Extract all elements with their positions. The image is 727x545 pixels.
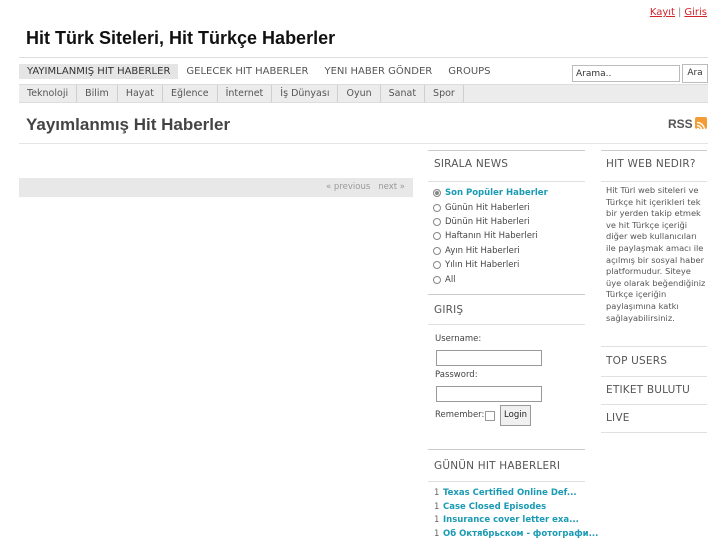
password-label: Password: [435, 370, 478, 380]
tag-cloud-link[interactable]: ETIKET BULUTU [606, 384, 690, 396]
sort-option-label: All [445, 274, 456, 285]
category-bilim[interactable]: Bilim [77, 85, 118, 102]
divider [601, 404, 707, 405]
main-nav: YAYIMLANMIŞ HIT HABERLER GELECEK HIT HAB… [19, 64, 499, 79]
sirala-heading-divider [428, 181, 585, 182]
news-link[interactable]: Insurance cover letter exa... [443, 515, 579, 529]
pager: « previous next » [19, 178, 413, 197]
login-link[interactable]: Giris [684, 7, 707, 18]
divider [601, 432, 707, 433]
username-label: Username: [435, 334, 482, 344]
search-input[interactable] [572, 65, 680, 82]
category-sanat[interactable]: Sanat [381, 85, 426, 102]
login-heading: GIRIŞ [434, 304, 464, 316]
sort-option-label: Yılın Hit Haberleri [445, 260, 520, 271]
category-teknoloji[interactable]: Teknoloji [19, 85, 78, 102]
sort-option-label: Dünün Hit Haberleri [445, 216, 530, 227]
radio-button[interactable] [433, 189, 441, 198]
sort-option-all[interactable]: All [433, 272, 548, 286]
rss-link[interactable]: RSS [668, 117, 693, 131]
hitweb-heading-divider [601, 181, 707, 182]
rss-icon-svg [696, 121, 706, 131]
sort-option-label: Son Popüler Haberler [445, 188, 548, 199]
rss-icon[interactable] [695, 117, 707, 131]
header-divider [19, 57, 708, 58]
sort-option-week[interactable]: Haftanın Hit Haberleri [433, 229, 548, 243]
live-link[interactable]: LIVE [606, 412, 630, 424]
sort-option-label: Haftanın Hit Haberleri [445, 231, 538, 242]
previous-link[interactable]: « previous [326, 182, 370, 192]
sort-option-today[interactable]: Günün Hit Haberleri [433, 200, 548, 214]
nav-groups[interactable]: GROUPS [440, 64, 498, 79]
hitweb-heading: HIT WEB NEDIR? [606, 158, 696, 170]
category-bar: Teknoloji Bilim Hayat Eğlence İnternet İ… [19, 84, 708, 103]
sirala-options: Son Popüler Haberler Günün Hit Haberleri… [433, 186, 548, 287]
category-eglence[interactable]: Eğlence [163, 85, 218, 102]
radio-button[interactable] [433, 275, 441, 284]
radio-button[interactable] [433, 203, 441, 212]
item-rank: 1 [434, 515, 440, 525]
top-links: Kayıt | Giris [650, 7, 707, 18]
nav-upcoming[interactable]: GELECEK HIT HABERLER [178, 64, 316, 79]
sort-option-recent-popular[interactable]: Son Popüler Haberler [433, 186, 548, 200]
top-users-link[interactable]: TOP USERS [606, 355, 667, 367]
sort-option-month[interactable]: Ayın Hit Haberleri [433, 244, 548, 258]
top-links-separator: | [677, 7, 682, 18]
divider [601, 346, 707, 347]
item-rank: 1 [434, 528, 440, 539]
nav-submit[interactable]: YENI HABER GÖNDER [316, 64, 440, 79]
remember-label: Remember: [435, 410, 485, 420]
right-col-top-rule [601, 150, 707, 151]
category-internet[interactable]: İnternet [218, 85, 273, 102]
login-heading-divider [428, 324, 585, 325]
login-top-rule [428, 294, 585, 295]
list-item: 1 Case Closed Episodes [434, 502, 598, 516]
sirala-top-rule [428, 150, 585, 151]
news-link[interactable]: Об Октябрьском - фотографи... [443, 529, 598, 543]
category-oyun[interactable]: Oyun [338, 85, 381, 102]
gunun-top-rule [428, 449, 585, 450]
title-divider [19, 143, 708, 144]
login-button[interactable]: Login [500, 405, 531, 426]
list-item: 1 Insurance cover letter exa... [434, 515, 598, 529]
news-link[interactable]: Case Closed Episodes [443, 502, 546, 516]
category-spor[interactable]: Spor [425, 85, 464, 102]
site-title[interactable]: Hit Türk Siteleri, Hit Türkçe Haberler [26, 28, 335, 49]
username-field[interactable] [436, 350, 542, 366]
radio-button[interactable] [433, 217, 441, 226]
list-item: 1 Об Октябрьском - фотографи... [434, 529, 598, 543]
gunun-heading-divider [428, 481, 585, 482]
radio-button[interactable] [433, 261, 441, 270]
sort-option-label: Ayın Hit Haberleri [445, 245, 520, 256]
next-link[interactable]: next » [378, 182, 405, 192]
category-is-dunyasi[interactable]: İş Dünyası [272, 85, 339, 102]
radio-button[interactable] [433, 246, 441, 255]
item-rank: 1 [434, 488, 440, 498]
sort-option-year[interactable]: Yılın Hit Haberleri [433, 258, 548, 272]
category-hayat[interactable]: Hayat [118, 85, 163, 102]
password-field[interactable] [436, 386, 542, 402]
search-button[interactable]: Ara [682, 64, 708, 83]
item-rank: 1 [434, 501, 440, 512]
page-title: Yayımlanmış Hit Haberler [26, 115, 231, 134]
news-link[interactable]: Texas Certified Online Def... [443, 488, 577, 502]
nav-published[interactable]: YAYIMLANMIŞ HIT HABERLER [19, 64, 179, 79]
remember-checkbox[interactable] [485, 411, 495, 421]
hitweb-description: Hit Türl web siteleri ve Türkçe hit içer… [606, 185, 706, 323]
gunun-list: 1 Texas Certified Online Def... 1 Case Clo… [434, 488, 598, 542]
radio-button[interactable] [433, 232, 441, 241]
divider [601, 376, 707, 377]
sort-option-yesterday[interactable]: Dünün Hit Haberleri [433, 215, 548, 229]
sirala-heading: SIRALA NEWS [434, 158, 509, 170]
sort-option-label: Günün Hit Haberleri [445, 202, 530, 213]
list-item: 1 Texas Certified Online Def... [434, 488, 598, 502]
register-link[interactable]: Kayıt [650, 7, 675, 18]
gunun-heading: GÜNÜN HIT HABERLERI [434, 460, 561, 472]
